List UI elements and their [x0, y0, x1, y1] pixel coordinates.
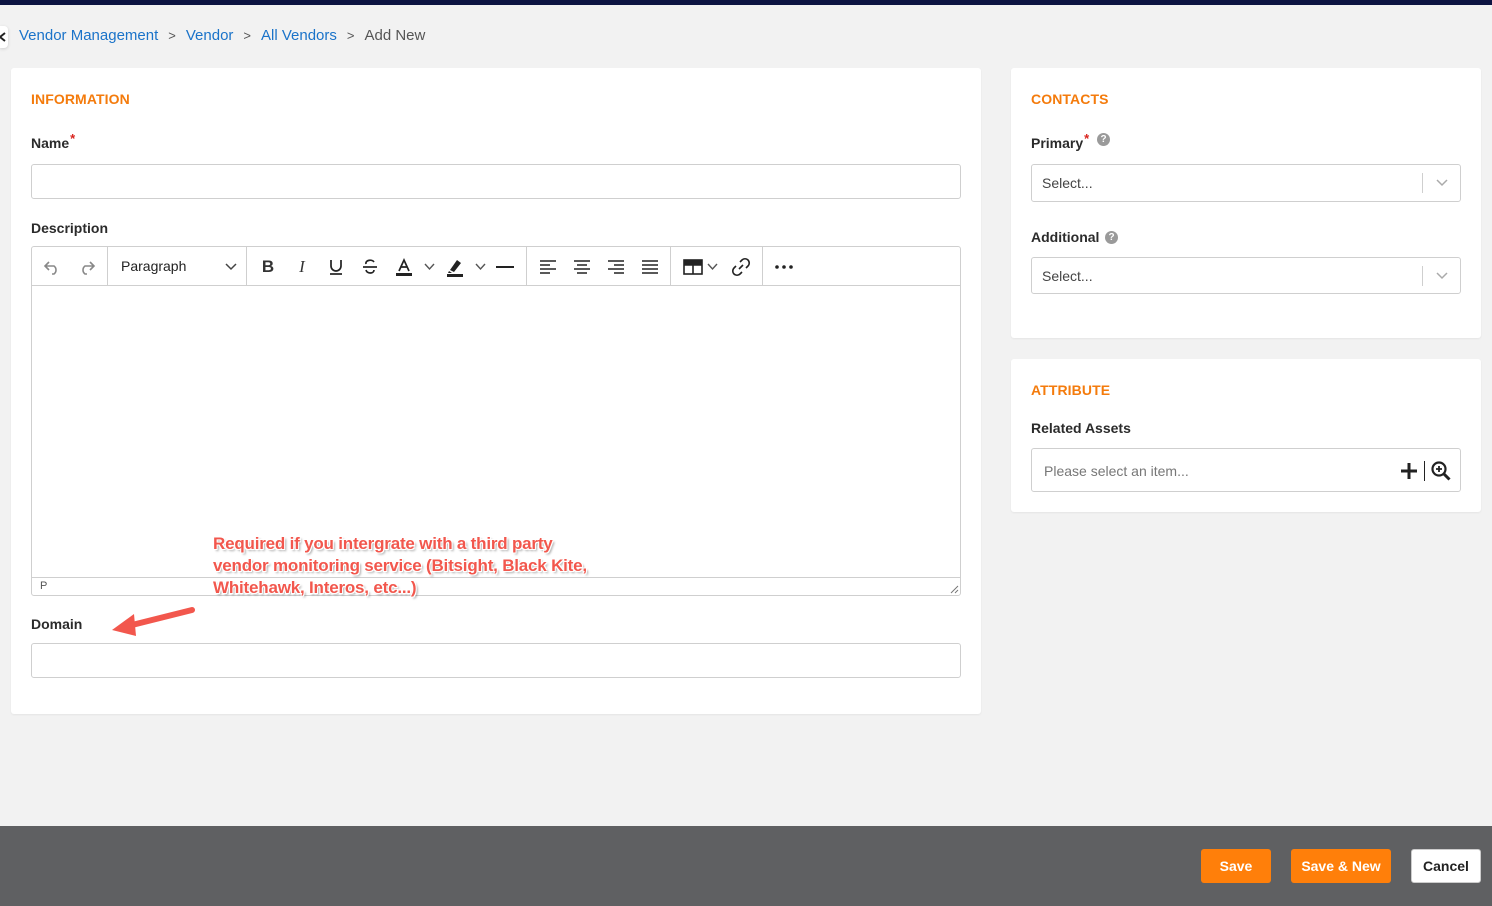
insert-group	[671, 247, 763, 286]
italic-icon: I	[299, 257, 305, 276]
breadcrumb-vendor-management[interactable]: Vendor Management	[19, 27, 158, 44]
help-icon[interactable]: ?	[1105, 231, 1118, 244]
plus-icon[interactable]	[1400, 462, 1418, 480]
table-icon	[683, 259, 703, 275]
editor-toolbar: Paragraph B I	[32, 247, 960, 286]
collapse-back-button[interactable]	[0, 26, 8, 48]
name-input[interactable]	[31, 164, 961, 199]
undo-icon	[43, 261, 57, 275]
contacts-card: CONTACTS Primary* ? Select... Additional…	[1011, 68, 1481, 338]
primary-label-text: Primary	[1031, 135, 1084, 151]
align-center-icon	[574, 260, 590, 274]
block-format-group: Paragraph	[108, 247, 247, 286]
domain-label: Domain	[31, 616, 83, 632]
related-assets-placeholder: Please select an item...	[1044, 463, 1189, 479]
chevron-down-icon[interactable]	[1436, 272, 1448, 280]
more-icon	[775, 265, 793, 269]
search-zoom-icon[interactable]	[1431, 461, 1451, 481]
primary-select[interactable]: Select...	[1031, 164, 1461, 202]
annotation-note: Required if you intergrate with a third …	[213, 534, 587, 597]
more-button[interactable]	[772, 255, 796, 279]
description-label: Description	[31, 220, 109, 236]
additional-label: Additional	[1031, 229, 1100, 245]
annotation-arrow-icon	[112, 607, 195, 636]
justify-button[interactable]	[638, 255, 662, 279]
breadcrumb-separator: >	[346, 28, 355, 43]
history-group	[32, 247, 108, 286]
name-label: Name*	[31, 131, 75, 151]
attribute-title: ATTRIBUTE	[1031, 382, 1111, 398]
table-button[interactable]	[681, 255, 705, 279]
strikethrough-icon	[363, 259, 377, 274]
redo-icon	[82, 261, 96, 275]
highlight-icon	[447, 260, 463, 277]
link-button[interactable]	[729, 255, 753, 279]
align-right-button[interactable]	[604, 255, 628, 279]
required-mark: *	[70, 131, 76, 146]
chevron-down-icon[interactable]	[707, 263, 718, 271]
chevron-down-icon[interactable]	[475, 263, 486, 271]
chevron-down-icon[interactable]	[424, 263, 435, 271]
breadcrumb-vendor[interactable]: Vendor	[186, 27, 234, 44]
align-group	[527, 247, 671, 286]
align-center-button[interactable]	[570, 255, 594, 279]
horizontal-rule-button[interactable]	[493, 255, 517, 279]
redo-button[interactable]	[75, 255, 99, 279]
chevron-down-icon[interactable]	[1436, 179, 1448, 187]
undo-button[interactable]	[40, 255, 64, 279]
cancel-button[interactable]: Cancel	[1411, 849, 1481, 883]
align-left-button[interactable]	[536, 255, 560, 279]
additional-select[interactable]: Select...	[1031, 257, 1461, 294]
contacts-title: CONTACTS	[1031, 91, 1109, 107]
link-icon	[731, 257, 751, 277]
save-and-new-button[interactable]: Save & New	[1291, 849, 1391, 883]
footer-bar: Save Save & New Cancel	[0, 826, 1492, 906]
italic-button[interactable]: I	[290, 255, 314, 279]
breadcrumb: Vendor Management > Vendor > All Vendors…	[19, 27, 425, 44]
bold-icon: B	[261, 257, 275, 276]
breadcrumb-current: Add New	[364, 27, 426, 44]
related-assets-lookup[interactable]: Please select an item...	[1031, 448, 1461, 492]
strikethrough-button[interactable]	[358, 255, 382, 279]
primary-label: Primary*	[1031, 131, 1089, 151]
top-bar	[0, 0, 1492, 5]
name-label-text: Name	[31, 135, 70, 151]
related-assets-label: Related Assets	[1031, 420, 1131, 436]
select-divider	[1422, 173, 1423, 193]
domain-input[interactable]	[31, 643, 961, 678]
align-right-icon	[608, 260, 624, 274]
underline-button[interactable]	[324, 255, 348, 279]
chevron-down-icon	[225, 263, 237, 271]
additional-select-placeholder: Select...	[1042, 268, 1093, 284]
breadcrumb-separator: >	[168, 28, 176, 43]
breadcrumb-all-vendors[interactable]: All Vendors	[261, 27, 337, 44]
attribute-card: ATTRIBUTE Related Assets Please select a…	[1011, 359, 1481, 512]
primary-select-placeholder: Select...	[1042, 175, 1093, 191]
highlight-button[interactable]	[443, 255, 467, 279]
help-icon[interactable]: ?	[1097, 133, 1110, 146]
resize-handle-icon[interactable]	[949, 584, 959, 594]
breadcrumb-separator: >	[243, 28, 251, 43]
required-mark: *	[1084, 131, 1090, 146]
block-format-select[interactable]: Paragraph	[121, 258, 186, 274]
select-divider	[1422, 266, 1423, 286]
save-button[interactable]: Save	[1201, 849, 1271, 883]
bold-button[interactable]: B	[256, 255, 280, 279]
format-group: B I	[247, 247, 527, 286]
information-title: INFORMATION	[31, 91, 130, 107]
text-color-icon	[396, 257, 412, 276]
justify-icon	[642, 260, 658, 274]
align-left-icon	[540, 260, 556, 274]
chevron-left-icon	[0, 32, 6, 42]
element-path[interactable]: P	[40, 580, 47, 592]
lookup-divider	[1424, 461, 1425, 481]
horizontal-rule-icon	[496, 266, 514, 268]
underline-icon	[330, 260, 342, 275]
text-color-button[interactable]	[392, 255, 416, 279]
